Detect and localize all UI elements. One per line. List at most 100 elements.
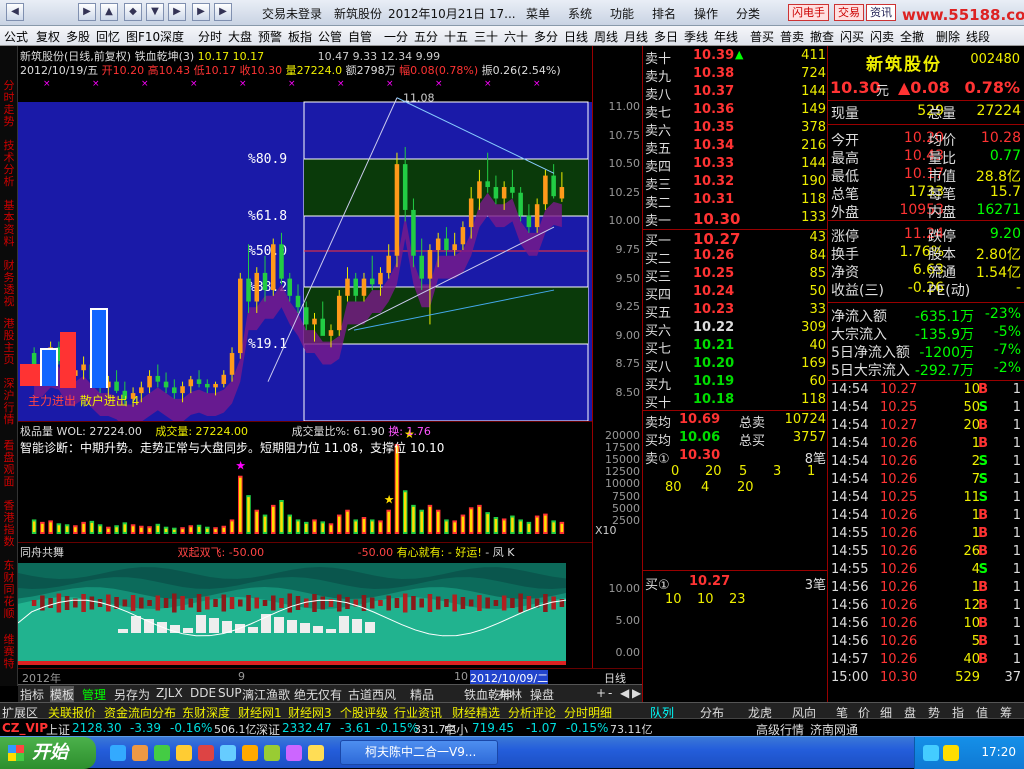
- notes-icon[interactable]: [308, 745, 324, 761]
- side-tab-5[interactable]: 深沪行情: [0, 376, 18, 426]
- nav-button-0[interactable]: ◀: [6, 3, 24, 21]
- toolbar-item-29[interactable]: 全撤: [900, 28, 924, 45]
- qq-icon[interactable]: [154, 745, 170, 761]
- toolbar-item-27[interactable]: 闪买: [840, 28, 864, 45]
- side-tab-9[interactable]: 维赛特: [0, 632, 18, 670]
- volume-panel[interactable]: ★ ★ ★ 极品量 WOL: 27224.00 成交量: 27224.00 成交量比…: [18, 421, 592, 542]
- nav-button-4[interactable]: ▼: [146, 3, 164, 21]
- side-tab-8[interactable]: 东财同花顺: [0, 558, 18, 620]
- volume-icon[interactable]: [943, 745, 959, 761]
- flash-hand-button[interactable]: 闪电手: [788, 4, 829, 21]
- menu-ranking[interactable]: 排名: [652, 5, 676, 22]
- trade-button[interactable]: 交易: [834, 4, 864, 21]
- indicator-tab-13[interactable]: 操盘: [530, 686, 554, 703]
- indicator-chart[interactable]: [17, 543, 592, 669]
- app-icon[interactable]: [198, 745, 214, 761]
- indicator-tab-12[interactable]: 布林: [498, 686, 522, 703]
- indicator-tab-10[interactable]: 精品: [410, 686, 434, 703]
- nav-button-6[interactable]: ▶: [192, 3, 210, 21]
- indicator-tab-7[interactable]: 漓江渔歌: [242, 686, 290, 703]
- toolbar-item-16[interactable]: 六十: [504, 28, 528, 45]
- kline-chart-panel[interactable]: %80.9 %61.8 %50.0 %38.2 %19.1 × × × × × × × × × × × 11.0…: [18, 46, 592, 428]
- toolbar-item-8[interactable]: 预警: [258, 28, 282, 45]
- buy-level-10[interactable]: 买十 10.18 118: [643, 392, 829, 411]
- toolbar-item-10[interactable]: 公管: [318, 28, 342, 45]
- news-button[interactable]: 资讯: [866, 4, 896, 21]
- sell-level-3[interactable]: 卖三 10.32 190: [643, 174, 829, 193]
- toolbar-item-13[interactable]: 五分: [414, 28, 438, 45]
- indicator-tab-9[interactable]: 古道西风: [348, 686, 396, 703]
- side-tab-1[interactable]: 技术分析: [0, 138, 18, 188]
- toolbar-item-23[interactable]: 年线: [714, 28, 738, 45]
- toolbar-item-28[interactable]: 闪卖: [870, 28, 894, 45]
- buy-level-3[interactable]: 买三 10.25 85: [643, 266, 829, 285]
- toolbar-item-25[interactable]: 普卖: [780, 28, 804, 45]
- toolbar-item-30[interactable]: 删除: [936, 28, 960, 45]
- toolbar-item-18[interactable]: 日线: [564, 28, 588, 45]
- scroll-right-icon[interactable]: ▶: [632, 686, 641, 700]
- buy-level-1[interactable]: 买一 10.27 43: [643, 230, 829, 249]
- toolbar-item-15[interactable]: 三十: [474, 28, 498, 45]
- media-icon[interactable]: [132, 745, 148, 761]
- toolbar-item-1[interactable]: 复权: [36, 28, 60, 45]
- indicator-tab-2[interactable]: 管理: [82, 686, 106, 703]
- toolbar-item-22[interactable]: 季线: [684, 28, 708, 45]
- side-tab-4[interactable]: 港股主页: [0, 316, 18, 366]
- kline-chart[interactable]: %80.9%61.8%50.0%38.2%19.1× × × × × × × × × × ×11.0…: [18, 46, 592, 428]
- toolbar-item-31[interactable]: 线段: [966, 28, 990, 45]
- toolbar-item-3[interactable]: 回忆: [96, 28, 120, 45]
- toolbar-item-4[interactable]: 图F10: [126, 28, 160, 45]
- stock-icon[interactable]: [264, 745, 280, 761]
- side-tab-3[interactable]: 财务透视: [0, 258, 18, 308]
- chat-icon[interactable]: [286, 745, 302, 761]
- add-icon[interactable]: +: [596, 686, 606, 700]
- toolbar-item-0[interactable]: 公式: [4, 28, 28, 45]
- buy-level-8[interactable]: 买八 10.20 169: [643, 356, 829, 375]
- indicator-tab-5[interactable]: DDE: [190, 686, 216, 700]
- toolbar-item-21[interactable]: 多日: [654, 28, 678, 45]
- indicator-tab-3[interactable]: 另存为: [114, 686, 150, 703]
- toolbar-item-9[interactable]: 板指: [288, 28, 312, 45]
- toolbar-item-19[interactable]: 周线: [594, 28, 618, 45]
- sell-level-2[interactable]: 卖二 10.31 118: [643, 192, 829, 211]
- nav-button-7[interactable]: ▶: [214, 3, 232, 21]
- menu-system[interactable]: 系统: [568, 5, 592, 22]
- sell-level-8[interactable]: 卖八 10.37 144: [643, 84, 829, 103]
- toolbar-item-2[interactable]: 多股: [66, 28, 90, 45]
- side-tab-6[interactable]: 看盘观面: [0, 438, 18, 488]
- menu-main[interactable]: 菜单: [526, 5, 550, 22]
- sell-level-6[interactable]: 卖六 10.35 378: [643, 120, 829, 139]
- toolbar-item-12[interactable]: 一分: [384, 28, 408, 45]
- indicator-tab-0[interactable]: 指标: [20, 686, 44, 703]
- toolbar-item-5[interactable]: 深度: [160, 28, 184, 45]
- nav-button-1[interactable]: ▶: [78, 3, 96, 21]
- sell-level-9[interactable]: 卖九 10.38 724: [643, 66, 829, 85]
- indicator-tab-8[interactable]: 绝无仅有: [294, 686, 342, 703]
- toolbar-item-20[interactable]: 月线: [624, 28, 648, 45]
- indicator-tab-6[interactable]: SUP: [218, 686, 242, 700]
- side-tab-7[interactable]: 香港指数: [0, 498, 18, 548]
- sell-level-1[interactable]: 卖一 10.30 133: [643, 210, 829, 229]
- indicator-panel[interactable]: 同舟共舞 双起双飞: -50.00 -50.00 有心就有: - 好运! - 凤…: [17, 542, 592, 669]
- folder-icon[interactable]: [176, 745, 192, 761]
- menu-function[interactable]: 功能: [610, 5, 634, 22]
- sell-level-5[interactable]: 卖五 10.34 216: [643, 138, 829, 157]
- indicator-tab-1[interactable]: 模板: [50, 686, 75, 703]
- start-button[interactable]: 开始: [0, 737, 96, 769]
- menu-operate[interactable]: 操作: [694, 5, 718, 22]
- toolbar-item-11[interactable]: 自管: [348, 28, 372, 45]
- side-tab-0[interactable]: 分时走势: [0, 78, 18, 128]
- toolbar-item-7[interactable]: 大盘: [228, 28, 252, 45]
- nav-button-2[interactable]: ▲: [100, 3, 118, 21]
- toolbar-item-26[interactable]: 撤查: [810, 28, 834, 45]
- indicator-tab-4[interactable]: ZJLX: [156, 686, 183, 700]
- toolbar-item-14[interactable]: 十五: [444, 28, 468, 45]
- toolbar-item-17[interactable]: 多分: [534, 28, 558, 45]
- tool-icon[interactable]: [242, 745, 258, 761]
- taskbar-app-window[interactable]: 柯夫陈中二合一V9...: [340, 740, 498, 765]
- browser-icon[interactable]: [220, 745, 236, 761]
- buy-level-4[interactable]: 买四 10.24 50: [643, 284, 829, 303]
- side-tab-2[interactable]: 基本资料: [0, 198, 18, 248]
- menu-category[interactable]: 分类: [736, 5, 760, 22]
- minus-icon[interactable]: -: [608, 686, 612, 700]
